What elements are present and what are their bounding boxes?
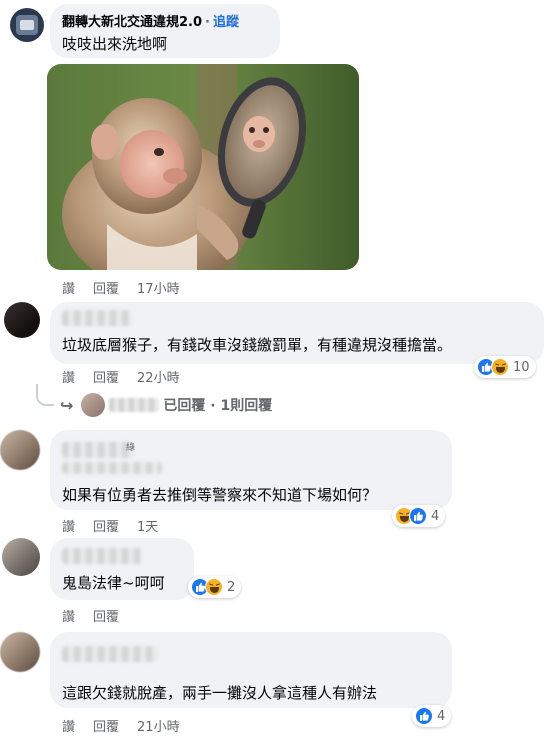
like-link[interactable]: 讚 — [62, 720, 75, 735]
comment-bubble: 這跟欠錢就脫產，兩手一攤沒人拿這種人有辦法 — [50, 632, 452, 708]
author-subtitle-redacted — [62, 462, 162, 474]
commenter-avatar[interactable] — [0, 632, 40, 672]
follow-link[interactable]: 追蹤 — [213, 15, 239, 30]
comment-text: 吱吱出來洗地啊 — [62, 35, 168, 53]
comment-text: 這跟欠錢就脫產，兩手一攤沒人拿這種人有辦法 — [62, 684, 378, 702]
comment-text: 垃圾底層猴子，有錢改車沒錢繳罰單，有種違規沒種擔當。 — [62, 336, 453, 354]
reply-arrow-icon: ↪ — [60, 395, 74, 415]
reaction-summary[interactable]: 10 — [474, 356, 536, 378]
replier-name-redacted — [109, 398, 160, 412]
reaction-summary[interactable]: 4 — [392, 505, 446, 527]
author-name-fragment: 綠 — [126, 443, 136, 453]
commenter-avatar[interactable] — [0, 430, 40, 470]
like-link[interactable]: 讚 — [62, 520, 75, 535]
comment-actions: 讚 回覆 21小時 — [62, 716, 180, 735]
comment-photo[interactable] — [47, 64, 359, 270]
view-replies-link[interactable]: ↪ 已回覆 · 1則回覆 — [60, 393, 272, 417]
timestamp[interactable]: 21小時 — [137, 720, 180, 735]
comment-bubble: 綠 如果有位勇者去推倒等警察來不知道下場如何？ — [50, 430, 452, 510]
reply-link[interactable]: 回覆 — [93, 520, 119, 535]
like-icon — [409, 507, 427, 525]
comment-actions: 讚 回覆 — [62, 606, 119, 625]
reaction-count: 2 — [227, 579, 236, 595]
timestamp[interactable]: 1天 — [137, 520, 158, 535]
haha-icon — [491, 358, 509, 376]
reply-link[interactable]: 回覆 — [93, 720, 119, 735]
separator-dot: · — [205, 15, 210, 30]
like-link[interactable]: 讚 — [62, 610, 75, 625]
like-link[interactable]: 讚 — [62, 282, 75, 297]
timestamp[interactable]: 17小時 — [137, 282, 180, 297]
comment-author[interactable]: 翻轉大新北交通違規2.0 · 追蹤 — [62, 11, 239, 30]
timestamp[interactable]: 22小時 — [137, 371, 180, 386]
author-name-redacted[interactable] — [62, 548, 142, 564]
comment-bubble: 垃圾底層猴子，有錢改車沒錢繳罰單，有種違規沒種擔當。 — [50, 302, 544, 364]
reply-link[interactable]: 回覆 — [93, 610, 119, 625]
reaction-count: 4 — [431, 508, 440, 524]
like-icon — [415, 707, 433, 725]
comment-actions: 讚 回覆 1天 — [62, 516, 158, 535]
author-name-redacted[interactable] — [62, 646, 158, 662]
reaction-count: 4 — [437, 708, 446, 724]
comment-text: 鬼島法律~呵呵 — [62, 574, 165, 592]
reply-link[interactable]: 回覆 — [93, 371, 119, 386]
haha-icon — [205, 578, 223, 596]
reaction-summary[interactable]: 4 — [412, 705, 452, 727]
replier-avatar — [81, 393, 106, 417]
reaction-count: 10 — [513, 359, 530, 375]
reaction-summary[interactable]: 2 — [188, 576, 242, 598]
commenter-avatar[interactable] — [2, 538, 40, 576]
reply-link[interactable]: 回覆 — [93, 282, 119, 297]
like-link[interactable]: 讚 — [62, 371, 75, 386]
commenter-avatar[interactable] — [4, 302, 40, 338]
author-name-redacted[interactable] — [62, 442, 134, 458]
thread-connector — [36, 384, 54, 406]
author-name-redacted[interactable] — [62, 310, 132, 326]
comment-actions: 讚 回覆 17小時 — [62, 278, 180, 297]
comment-actions: 讚 回覆 22小時 — [62, 367, 180, 386]
author-name[interactable]: 翻轉大新北交通違規2.0 — [62, 15, 202, 30]
commenter-avatar[interactable] — [10, 8, 44, 42]
comment-text: 如果有位勇者去推倒等警察來不知道下場如何？ — [62, 486, 378, 504]
comment-bubble: 翻轉大新北交通違規2.0 · 追蹤 吱吱出來洗地啊 — [50, 4, 280, 58]
reply-summary-text: 已回覆 · 1則回覆 — [163, 398, 273, 414]
comment-bubble: 鬼島法律~呵呵 — [50, 538, 194, 600]
